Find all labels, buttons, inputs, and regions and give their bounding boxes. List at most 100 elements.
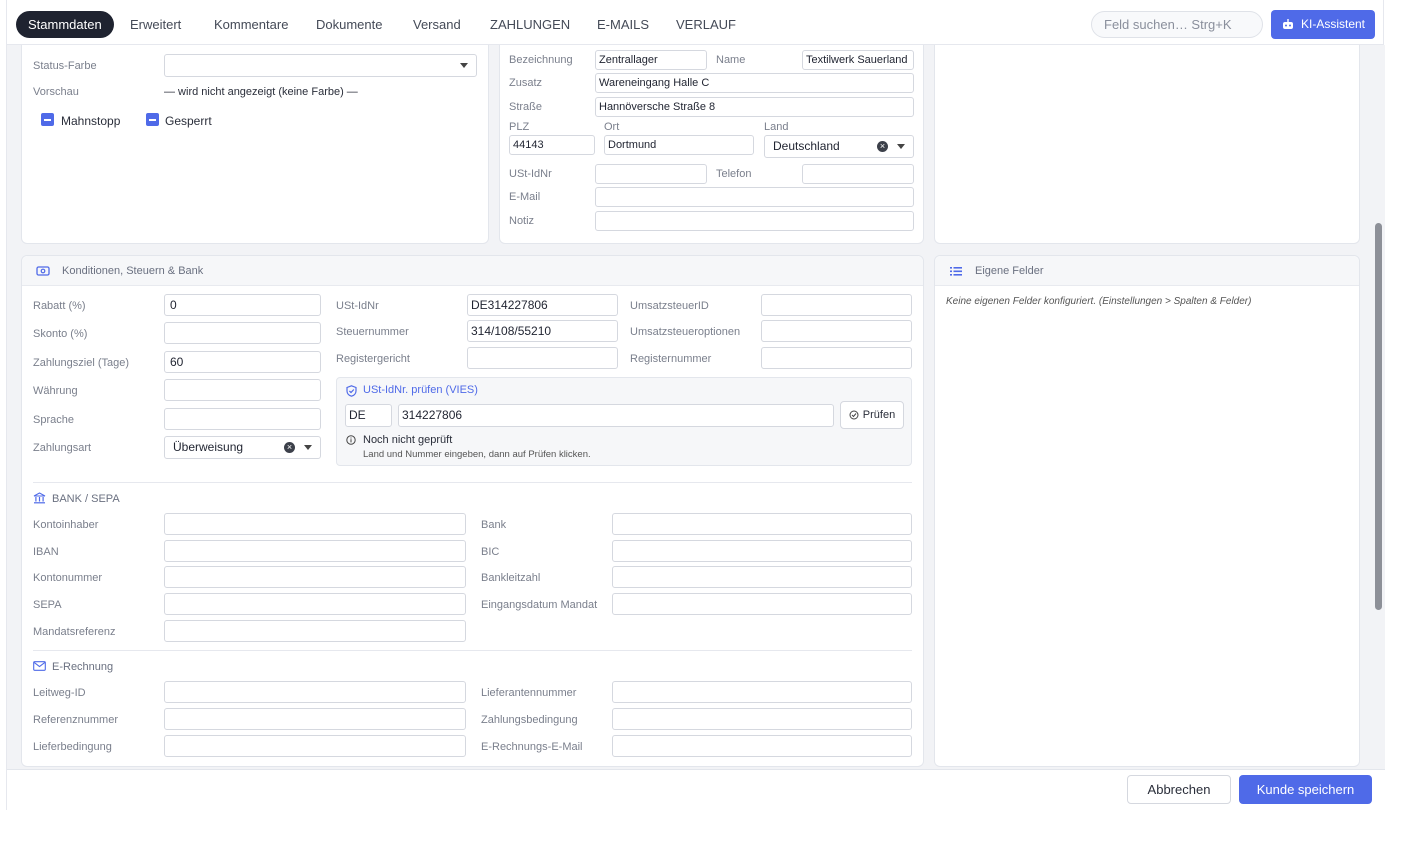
zahlungsart-label: Zahlungsart: [33, 442, 92, 454]
erechnung-email-label: E-Rechnungs-E-Mail: [481, 741, 583, 753]
ki-assistant-label: KI-Assistent: [1301, 17, 1366, 31]
plz-label: PLZ: [509, 121, 530, 133]
iban-label: IBAN: [33, 546, 59, 558]
robot-icon: [1283, 19, 1293, 29]
erechnung-section-title: E-Rechnung: [52, 661, 114, 673]
waehrung-input[interactable]: [164, 379, 321, 401]
address-ustid-input[interactable]: [595, 164, 707, 184]
tab-stammdaten[interactable]: Stammdaten: [16, 11, 114, 38]
eingangsdatum-input[interactable]: [612, 593, 912, 615]
kontonummer-input[interactable]: [164, 566, 466, 588]
zusatz-input[interactable]: Wareneingang Halle C: [595, 73, 914, 93]
footer-bar: Abbrechen Kunde speichern: [7, 769, 1385, 810]
bezeichnung-input[interactable]: Zentrallager: [595, 50, 707, 70]
land-select[interactable]: Deutschland ×: [764, 135, 914, 158]
sprache-input[interactable]: [164, 408, 321, 430]
chevron-down-icon: [460, 63, 468, 68]
mandatsreferenz-input[interactable]: [164, 620, 466, 642]
pruefen-button[interactable]: Prüfen: [840, 401, 904, 429]
bic-input[interactable]: [612, 540, 912, 562]
mahnstopp-checkbox[interactable]: [41, 113, 54, 126]
shield-check-icon: [346, 385, 357, 397]
zusatz-label: Zusatz: [509, 77, 543, 89]
bic-label: BIC: [481, 546, 500, 558]
ustid-label: USt-IdNr: [336, 300, 379, 312]
clear-icon[interactable]: ×: [877, 141, 888, 152]
skonto-input[interactable]: [164, 322, 321, 344]
name-input[interactable]: Textilwerk Sauerland: [802, 50, 914, 70]
list-icon: [950, 267, 962, 276]
field-search-input[interactable]: Feld suchen… Strg+K: [1091, 11, 1263, 38]
zahlungsziel-input[interactable]: 60: [164, 351, 321, 373]
zahlungsart-select[interactable]: Überweisung ×: [164, 436, 321, 459]
steuernummer-input[interactable]: 314/108/55210: [467, 320, 618, 342]
registernummer-input[interactable]: [761, 347, 912, 369]
rabatt-input[interactable]: 0: [164, 294, 321, 316]
referenznummer-input[interactable]: [164, 708, 466, 730]
bankleitzahl-input[interactable]: [612, 566, 912, 588]
umsatzsteuerid-input[interactable]: [761, 294, 912, 316]
strasse-input[interactable]: Hannöversche Straße 8: [595, 97, 914, 117]
email-label: E-Mail: [509, 191, 541, 203]
check-circle-icon: [849, 410, 859, 420]
cancel-button[interactable]: Abbrechen: [1127, 775, 1231, 804]
vies-panel: USt-IdNr. prüfen (VIES) DE 314227806 Prü…: [336, 377, 912, 466]
tab-kommentare[interactable]: Kommentare: [214, 11, 288, 38]
eigene-felder-title: Eigene Felder: [975, 265, 1044, 277]
clear-icon[interactable]: ×: [284, 442, 295, 453]
chevron-down-icon: [897, 144, 905, 149]
telefon-input[interactable]: [802, 164, 914, 184]
umsatzsteueroptionen-input[interactable]: [761, 320, 912, 342]
vies-number-input[interactable]: 314227806: [398, 404, 834, 427]
gesperrt-checkbox[interactable]: [146, 113, 159, 126]
sprache-label: Sprache: [33, 414, 74, 426]
erechnung-email-input[interactable]: [612, 735, 912, 757]
tab-erweitert[interactable]: Erweitert: [130, 11, 181, 38]
status-farbe-label: Status-Farbe: [33, 60, 97, 72]
eigene-felder-header: Eigene Felder: [935, 256, 1359, 286]
telefon-label: Telefon: [716, 168, 752, 180]
divider: [33, 650, 912, 651]
side-card: [934, 45, 1360, 244]
status-farbe-select[interactable]: [164, 54, 477, 77]
email-input[interactable]: [595, 187, 914, 207]
mandatsreferenz-label: Mandatsreferenz: [33, 626, 116, 638]
kontoinhaber-label: Kontoinhaber: [33, 519, 99, 531]
form-scroll-area[interactable]: Status-Farbe Vorschau — wird nicht angez…: [7, 45, 1385, 769]
ki-assistant-button[interactable]: KI-Assistent: [1271, 10, 1375, 39]
registergericht-input[interactable]: [467, 347, 618, 369]
sepa-input[interactable]: [164, 593, 466, 615]
skonto-label: Skonto (%): [33, 328, 88, 340]
zahlungsbedingung-input[interactable]: [612, 708, 912, 730]
ustid-input[interactable]: DE314227806: [467, 294, 618, 316]
plz-input[interactable]: 44143: [509, 135, 595, 155]
eigene-felder-card: Eigene Felder Keine eigenen Felder konfi…: [934, 255, 1360, 767]
scrollbar[interactable]: [1375, 223, 1382, 610]
konditionen-title: Konditionen, Steuern & Bank: [62, 265, 204, 277]
lieferantennummer-input[interactable]: [612, 681, 912, 703]
kontoinhaber-input[interactable]: [164, 513, 466, 535]
tab-verlauf[interactable]: VERLAUF: [676, 11, 736, 38]
tab-emails[interactable]: E-MAILS: [597, 11, 649, 38]
save-customer-button[interactable]: Kunde speichern: [1239, 775, 1372, 804]
bank-input[interactable]: [612, 513, 912, 535]
leitweg-input[interactable]: [164, 681, 466, 703]
registernummer-label: Registernummer: [630, 353, 712, 365]
sepa-label: SEPA: [33, 599, 62, 611]
vies-country-input[interactable]: DE: [345, 404, 392, 427]
divider: [33, 482, 912, 483]
tab-zahlungen[interactable]: ZAHLUNGEN: [490, 11, 570, 38]
land-value: Deutschland: [773, 139, 840, 153]
bank-icon: [33, 492, 46, 504]
lieferbedingung-input[interactable]: [164, 735, 466, 757]
ort-input[interactable]: Dortmund: [604, 135, 754, 155]
konditionen-header: Konditionen, Steuern & Bank: [22, 256, 923, 286]
tab-bar: Stammdaten Erweitert Kommentare Dokument…: [7, 0, 1383, 45]
notiz-input[interactable]: [595, 211, 914, 231]
tab-versand[interactable]: Versand: [413, 11, 461, 38]
tab-dokumente[interactable]: Dokumente: [316, 11, 382, 38]
umsatzsteueroptionen-label: Umsatzsteueroptionen: [630, 326, 741, 338]
zahlungsart-value: Überweisung: [173, 440, 244, 454]
money-icon: [36, 266, 50, 276]
iban-input[interactable]: [164, 540, 466, 562]
